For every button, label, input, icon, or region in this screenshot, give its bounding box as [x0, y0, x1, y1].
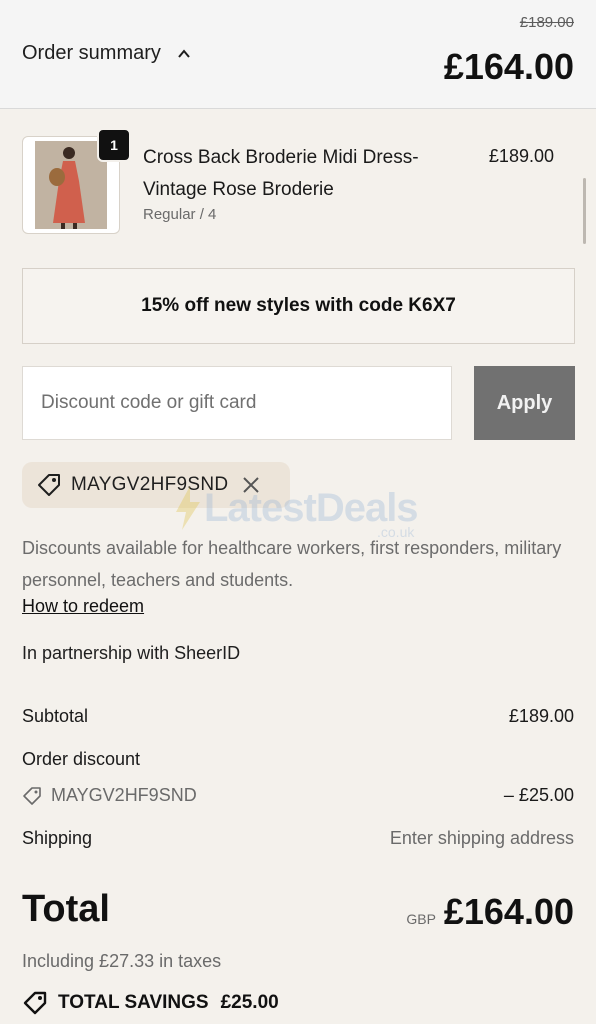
total-savings-label: TOTAL SAVINGS [58, 992, 209, 1013]
taxes-note: Including £27.33 in taxes [22, 951, 222, 971]
quantity-badge: 1 [97, 128, 131, 162]
currency-code: GBP [406, 911, 436, 927]
order-summary-label: Order summary [22, 42, 161, 64]
order-discount-code: MAYGV2HF9SND [22, 785, 197, 806]
order-discount-value: – £25.00 [503, 785, 574, 805]
how-to-redeem-link[interactable]: How to redeem [22, 596, 144, 617]
applied-code: MAYGV2HF9SND [71, 474, 229, 495]
promo-banner: 15% off new styles with code K6X7 [22, 268, 575, 344]
order-summary-toggle[interactable]: Order summary [22, 42, 191, 65]
order-discount-label: Order discount [22, 749, 141, 769]
product-price: £189.00 [488, 146, 554, 166]
header-total: £164.00 [443, 46, 574, 87]
order-discount-code-text: MAYGV2HF9SND [51, 785, 197, 805]
subtotal-value: £189.00 [508, 706, 574, 726]
applied-discount-chip: MAYGV2HF9SND [22, 462, 290, 508]
order-summary-header: Order summary £189.00 £164.00 [0, 0, 596, 109]
shipping-label: Shipping [22, 828, 93, 848]
total-label: Total [22, 888, 110, 930]
product-name: Cross Back Broderie Midi Dress- Vintage … [143, 147, 419, 200]
chevron-up-icon [178, 48, 190, 58]
apply-button[interactable]: Apply [474, 366, 575, 440]
close-icon[interactable] [242, 476, 260, 494]
product-line-item: 1 Cross Back Broderie Midi Dress- Vintag… [22, 128, 576, 236]
tag-icon [23, 991, 47, 1015]
grand-total: £164.00 [443, 891, 574, 932]
partner-text: In partnership with SheerID [22, 643, 241, 663]
total-savings: TOTAL SAVINGS £25.00 [22, 990, 279, 1016]
total-savings-value: £25.00 [220, 992, 279, 1013]
tag-icon [23, 786, 41, 805]
tag-icon [38, 474, 60, 496]
discount-info-text: Discounts available for healthcare worke… [22, 538, 562, 590]
product-variant: Regular / 4 [143, 206, 217, 223]
discount-code-input[interactable] [22, 366, 452, 440]
original-price: £189.00 [519, 14, 574, 31]
shipping-value: Enter shipping address [389, 828, 574, 848]
subtotal-label: Subtotal [22, 706, 89, 726]
scrollbar[interactable] [583, 178, 586, 244]
